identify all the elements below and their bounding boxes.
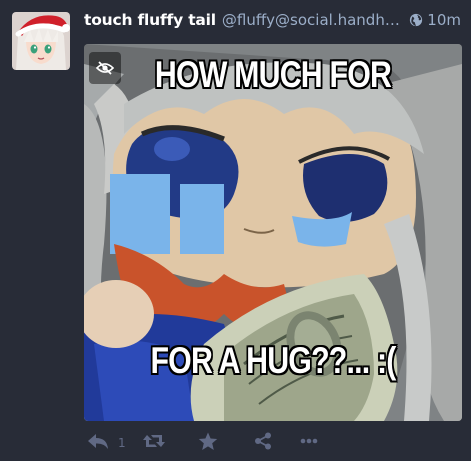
avatar[interactable] bbox=[12, 12, 70, 70]
globe-icon bbox=[410, 13, 423, 27]
account-handle[interactable]: @fluffy@social.handholdin.gs bbox=[222, 11, 406, 29]
retweet-icon bbox=[143, 435, 165, 447]
reply-button[interactable]: 1 bbox=[86, 432, 142, 450]
share-button[interactable] bbox=[254, 432, 300, 450]
meme-caption-bottom: FOR A HUG??... :( bbox=[150, 340, 396, 381]
timestamp[interactable]: 10m bbox=[427, 11, 461, 29]
ellipsis-icon bbox=[300, 438, 318, 444]
status-meta: 10m bbox=[409, 11, 461, 29]
media-attachment[interactable]: HOW MUCH FOR FOR A HUG??... :( bbox=[84, 44, 462, 421]
meme-caption-top: HOW MUCH FOR bbox=[154, 54, 392, 95]
favourite-button[interactable] bbox=[198, 432, 254, 451]
display-name[interactable]: touch fluffy tail bbox=[84, 11, 216, 29]
reply-count: 1 bbox=[118, 435, 126, 450]
hide-media-button[interactable] bbox=[89, 52, 121, 84]
more-options-button[interactable] bbox=[300, 438, 330, 444]
status-card: touch fluffy tail @fluffy@social.handhol… bbox=[0, 0, 471, 461]
action-bar: 1 bbox=[86, 428, 330, 454]
share-icon bbox=[255, 432, 271, 450]
avatar-image bbox=[12, 12, 70, 70]
eye-slash-icon bbox=[96, 61, 114, 75]
star-icon bbox=[198, 432, 218, 450]
boost-button[interactable] bbox=[142, 432, 198, 450]
status-header: touch fluffy tail @fluffy@social.handhol… bbox=[84, 9, 461, 31]
reply-icon bbox=[88, 434, 108, 449]
